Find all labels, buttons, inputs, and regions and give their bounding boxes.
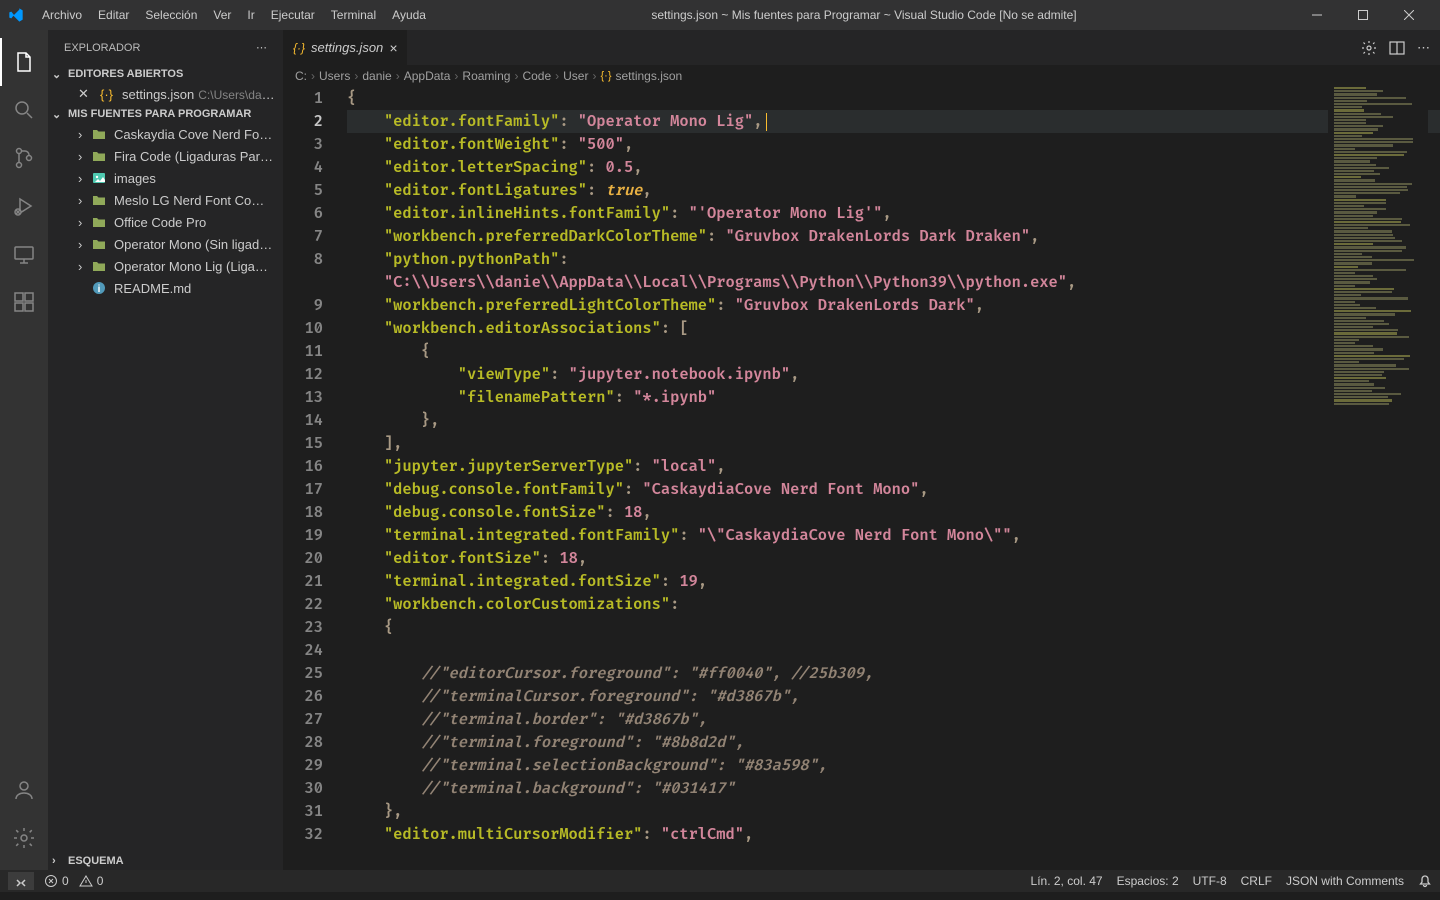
debug-icon[interactable] [0, 182, 48, 230]
menu-ayuda[interactable]: Ayuda [384, 0, 434, 30]
remote-icon[interactable] [0, 230, 48, 278]
menu-editar[interactable]: Editar [90, 0, 137, 30]
notifications-bell-icon[interactable] [1418, 874, 1432, 888]
file-readme[interactable]: i README.md [48, 277, 283, 299]
close-icon[interactable]: ✕ [78, 86, 94, 102]
chevron-down-icon: ⌄ [52, 68, 61, 81]
menu-ir[interactable]: Ir [239, 0, 262, 30]
window-title: settings.json ~ Mis fuentes para Program… [434, 8, 1294, 22]
folder-icon [92, 127, 108, 141]
maximize-button[interactable] [1340, 0, 1386, 30]
search-icon[interactable] [0, 86, 48, 134]
settings-open-icon[interactable] [1361, 40, 1377, 56]
indentation[interactable]: Espacios: 2 [1117, 874, 1179, 888]
menu-archivo[interactable]: Archivo [34, 0, 90, 30]
json-file-icon: {·} [293, 41, 305, 55]
problems-errors[interactable]: 0 [44, 874, 69, 888]
json-file-icon: {·} [100, 87, 116, 102]
vscode-logo-icon [8, 7, 24, 23]
folder-icon [92, 215, 108, 229]
tab-bar: {·} settings.json × ⋯ [283, 30, 1440, 65]
code-editor[interactable]: 1234567891011121314151617181920212223242… [283, 87, 1440, 870]
eol[interactable]: CRLF [1241, 874, 1272, 888]
language-mode[interactable]: JSON with Comments [1286, 874, 1404, 888]
more-icon[interactable]: ⋯ [256, 41, 267, 54]
chevron-right-icon: › [78, 171, 92, 186]
info-circle-icon: i [92, 281, 108, 295]
close-button[interactable] [1386, 0, 1432, 30]
minimize-button[interactable] [1294, 0, 1340, 30]
folder-item[interactable]: ›images [48, 167, 283, 189]
folder-item[interactable]: ›Operator Mono (Sin ligaduras) [48, 233, 283, 255]
titlebar: Archivo Editar Selección Ver Ir Ejecutar… [0, 0, 1440, 30]
folder-item[interactable]: ›Caskaydia Cove Nerd Font (Li... [48, 123, 283, 145]
more-actions-icon[interactable]: ⋯ [1417, 40, 1430, 56]
chevron-right-icon: › [78, 193, 92, 208]
extensions-icon[interactable] [0, 278, 48, 326]
cursor-position[interactable]: Lín. 2, col. 47 [1031, 874, 1103, 888]
problems-warnings[interactable]: 0 [79, 874, 104, 888]
chevron-right-icon: › [78, 127, 92, 142]
source-control-icon[interactable] [0, 134, 48, 182]
settings-gear-icon[interactable] [0, 814, 48, 862]
remote-indicator[interactable] [8, 872, 34, 890]
menu-ver[interactable]: Ver [205, 0, 239, 30]
menu-seleccion[interactable]: Selección [137, 0, 205, 30]
folder-icon [92, 237, 108, 251]
tab-settings-json[interactable]: {·} settings.json × [283, 30, 408, 65]
chevron-right-icon: › [78, 237, 92, 252]
folder-item[interactable]: ›Operator Mono Lig (Ligadura... [48, 255, 283, 277]
folder-item[interactable]: ›Office Code Pro [48, 211, 283, 233]
chevron-right-icon: › [78, 149, 92, 164]
chevron-right-icon: › [78, 259, 92, 274]
encoding[interactable]: UTF-8 [1193, 874, 1227, 888]
folder-item[interactable]: ›Meslo LG Nerd Font Complet... [48, 189, 283, 211]
status-bar: 0 0 Lín. 2, col. 47 Espacios: 2 UTF-8 CR… [0, 870, 1440, 892]
chevron-down-icon: ⌄ [52, 108, 61, 121]
image-folder-icon [92, 171, 108, 185]
folder-item[interactable]: ›Fira Code (Ligaduras Para VS ... [48, 145, 283, 167]
svg-text:i: i [98, 284, 101, 295]
window-controls [1294, 0, 1432, 30]
editor-area: {·} settings.json × ⋯ C:› Users› danie› … [283, 30, 1440, 870]
sidebar-explorer: EXPLORADOR ⋯ ⌄ EDITORES ABIERTOS ✕ {·} s… [48, 30, 283, 870]
explorer-icon[interactable] [0, 38, 48, 86]
folder-icon [92, 149, 108, 163]
activity-bar [0, 30, 48, 870]
project-header[interactable]: ⌄ MIS FUENTES PARA PROGRAMAR [48, 105, 283, 123]
split-editor-icon[interactable] [1389, 40, 1405, 56]
outline-header[interactable]: › ESQUEMA [48, 852, 283, 870]
main-menu: Archivo Editar Selección Ver Ir Ejecutar… [34, 0, 434, 30]
breadcrumb[interactable]: C:› Users› danie› AppData› Roaming› Code… [283, 65, 1440, 87]
tab-close-icon[interactable]: × [389, 40, 397, 56]
accounts-icon[interactable] [0, 766, 48, 814]
folder-icon [92, 259, 108, 273]
folder-icon [92, 193, 108, 207]
menu-terminal[interactable]: Terminal [323, 0, 384, 30]
minimap[interactable] [1328, 87, 1428, 870]
chevron-right-icon: › [78, 215, 92, 230]
sidebar-title: EXPLORADOR [64, 42, 140, 54]
open-editor-item[interactable]: ✕ {·} settings.jsonC:\Users\danie\... [48, 83, 283, 105]
menu-ejecutar[interactable]: Ejecutar [263, 0, 323, 30]
open-editors-header[interactable]: ⌄ EDITORES ABIERTOS [48, 65, 283, 83]
chevron-right-icon: › [52, 855, 56, 867]
